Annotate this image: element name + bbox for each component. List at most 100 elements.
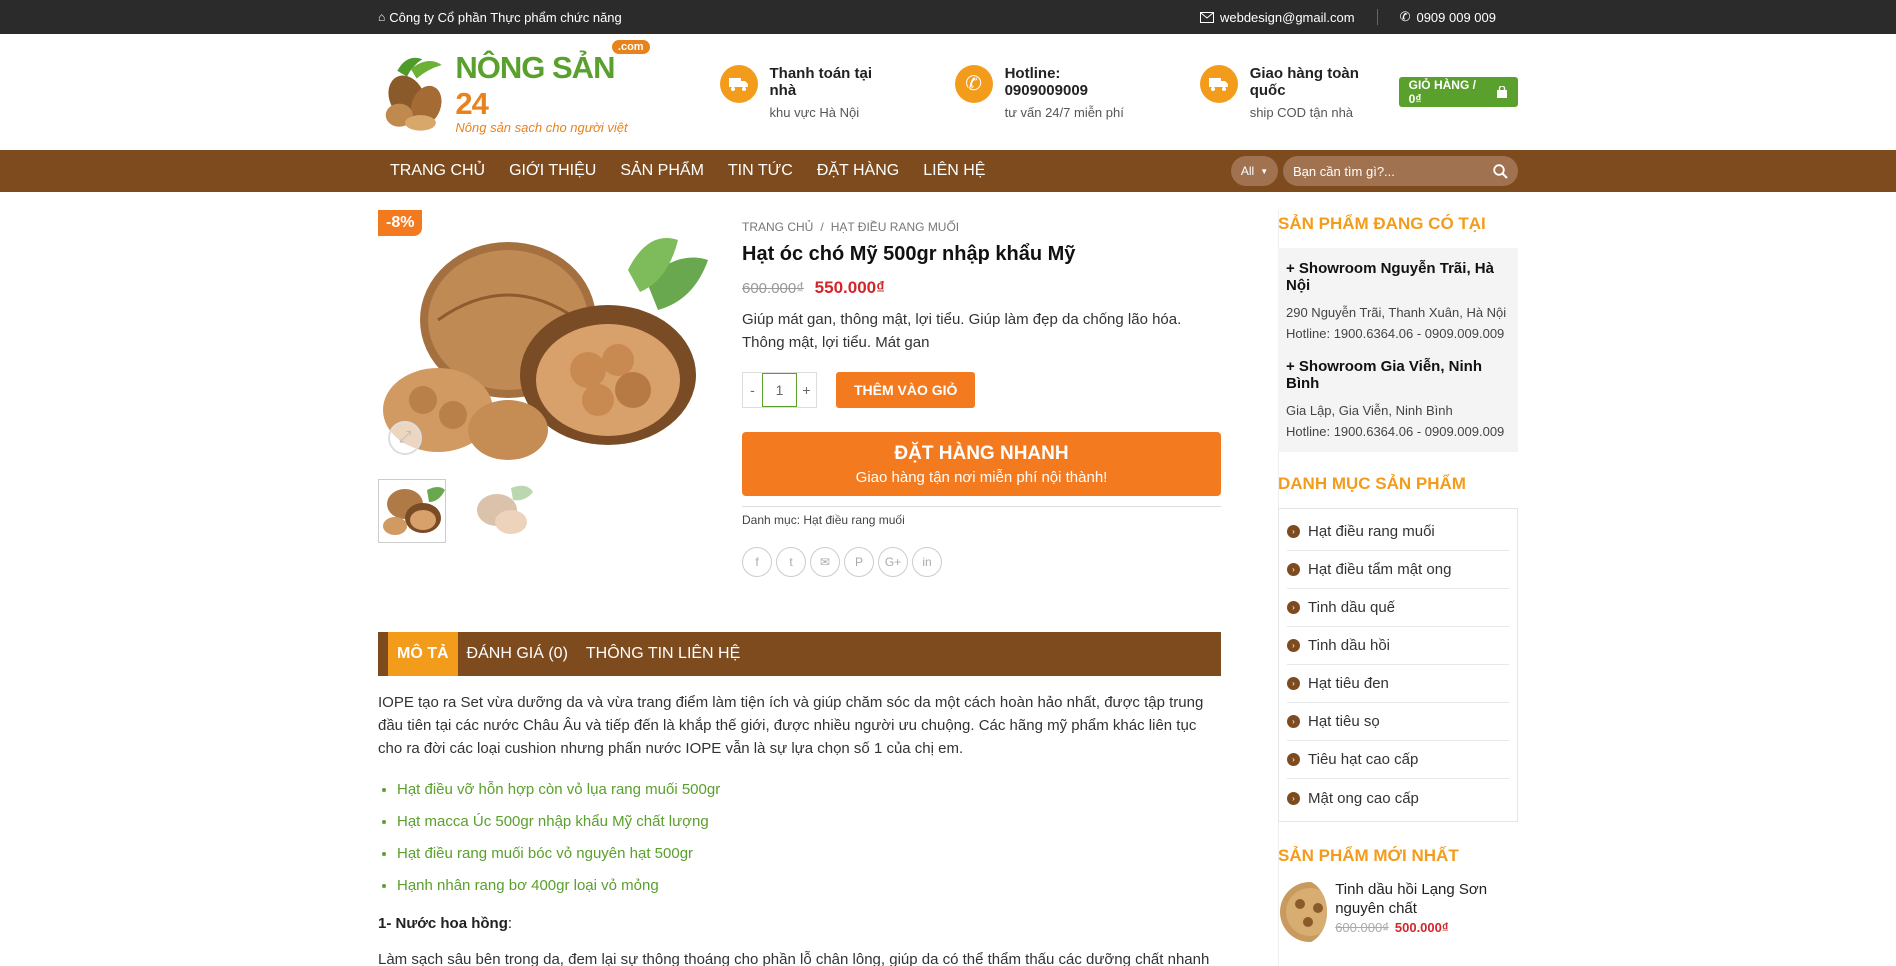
logo-brand: NÔNG SẢN 24 bbox=[455, 49, 615, 121]
truck-icon bbox=[1199, 64, 1238, 103]
tab-reviews[interactable]: ĐÁNH GIÁ (0) bbox=[458, 632, 577, 676]
googleplus-icon[interactable]: G+ bbox=[878, 547, 908, 577]
chevron-down-icon: ▼ bbox=[1260, 166, 1269, 176]
expand-icon[interactable]: ⤢ bbox=[388, 421, 422, 455]
breadcrumb-home[interactable]: TRANG CHỦ bbox=[742, 220, 813, 234]
header-info-hotline: ✆ Hotline: 0909009009 tư vấn 24/7 miễn p… bbox=[954, 64, 1148, 120]
sale-badge: -8% bbox=[378, 210, 423, 236]
nav-menu: TRANG CHỦ GIỚI THIỆU SẢN PHẨM TIN TỨC ĐẶ… bbox=[378, 162, 997, 180]
category-item[interactable]: › Hạt tiêu đen bbox=[1287, 665, 1509, 703]
chevron-right-icon: › bbox=[1287, 753, 1300, 766]
company-info: ⌂ Công ty Cổ phần Thực phẩm chức năng bbox=[378, 10, 622, 25]
old-price: 600.000₫ bbox=[742, 280, 804, 297]
category-list: › Hạt điều rang muối › Hạt điều tẩm mật on… bbox=[1278, 508, 1518, 822]
email-icon[interactable]: ✉ bbox=[810, 547, 840, 577]
showroom-heading: SẢN PHẨM ĐANG CÓ TẠI bbox=[1278, 214, 1486, 233]
newest-product-price: 600.000₫ 500.000₫ bbox=[1335, 920, 1449, 935]
chevron-right-icon: › bbox=[1287, 525, 1300, 538]
quick-order-title: ĐẶT HÀNG NHANH bbox=[894, 442, 1069, 464]
product-content: -8% ⤢ TRANG CHỦ / HẠT ĐIỀU RANG MUỐI Hạt… bbox=[378, 210, 1221, 966]
home-icon: ⌂ bbox=[378, 10, 386, 24]
chevron-right-icon: › bbox=[1287, 563, 1300, 576]
nav-item-order[interactable]: ĐẶT HÀNG bbox=[805, 162, 911, 180]
category-select-value: All bbox=[1240, 164, 1255, 178]
add-to-cart-row: - 1 + THÊM VÀO GIỎ bbox=[742, 372, 1221, 408]
category-item[interactable]: › Tinh dầu hồi bbox=[1287, 627, 1509, 665]
category-item[interactable]: › Mật ong cao cấp bbox=[1287, 779, 1509, 817]
sidebar: SẢN PHẨM ĐANG CÓ TẠI + Showroom Nguyễn T… bbox=[1278, 210, 1518, 966]
category-item[interactable]: › Hạt điều tẩm mật ong bbox=[1287, 551, 1509, 589]
qty-minus-button[interactable]: - bbox=[743, 373, 762, 407]
search-icon[interactable] bbox=[1493, 163, 1508, 179]
related-link[interactable]: Hạt macca Úc 500gr nhập khẩu Mỹ chất lượ… bbox=[397, 806, 1221, 838]
quantity-stepper: - 1 + bbox=[742, 372, 817, 408]
thumbnail-2[interactable] bbox=[466, 479, 534, 543]
search-input[interactable]: Bạn cần tìm gì?... bbox=[1283, 156, 1518, 186]
nav-item-home[interactable]: TRANG CHỦ bbox=[378, 162, 497, 180]
product-tabs: MÔ TẢ ĐÁNH GIÁ (0) THÔNG TIN LIÊN HỆ bbox=[378, 632, 1221, 676]
logo-com: .com bbox=[611, 39, 650, 54]
envelope-icon bbox=[1199, 11, 1214, 23]
newest-product-image[interactable] bbox=[1278, 880, 1328, 944]
phone-icon: ✆ bbox=[954, 64, 993, 103]
header-info-payment: Thanh toán tại nhà khu vực Hà Nội bbox=[719, 64, 903, 120]
tab-description[interactable]: MÔ TẢ bbox=[388, 632, 458, 676]
breadcrumb-category[interactable]: HẠT ĐIỀU RANG MUỐI bbox=[831, 220, 959, 234]
related-link[interactable]: Hạt điều vỡ hỗn hợp còn vỏ lụa rang muối… bbox=[397, 774, 1221, 806]
nav-item-news[interactable]: TIN TỨC bbox=[716, 162, 805, 180]
header-info-title: Hotline: 0909009009 bbox=[1004, 64, 1089, 99]
email-link[interactable]: webdesign@gmail.com bbox=[1178, 10, 1377, 25]
category-item[interactable]: › Tinh dầu quế bbox=[1287, 589, 1509, 627]
phone-text: 0909 009 009 bbox=[1416, 9, 1496, 25]
category-item[interactable]: › Hạt tiêu sọ bbox=[1287, 703, 1509, 741]
search-placeholder: Bạn cần tìm gì?... bbox=[1293, 163, 1395, 179]
cart-label: GIỎ HÀNG / 0₫ bbox=[1408, 78, 1476, 106]
linkedin-icon[interactable]: in bbox=[912, 547, 942, 577]
add-to-cart-button[interactable]: THÊM VÀO GIỎ bbox=[836, 372, 976, 408]
quick-order-button[interactable]: ĐẶT HÀNG NHANH Giao hàng tận nơi miễn ph… bbox=[742, 432, 1221, 496]
product-gallery: -8% ⤢ bbox=[378, 210, 711, 577]
top-bar: ⌂ Công ty Cổ phần Thực phẩm chức năng we… bbox=[0, 0, 1896, 34]
showroom-address: Gia Lập, Gia Viễn, Ninh Bình Hotline: 19… bbox=[1286, 403, 1505, 439]
share-icons: f t ✉ P G+ in bbox=[742, 547, 1221, 577]
category-label: Danh mục: bbox=[742, 513, 801, 527]
category-link[interactable]: Hạt điều rang muối bbox=[803, 513, 904, 527]
short-description: Giúp mát gan, thông mật, lợi tiểu. Giúp … bbox=[742, 311, 1182, 351]
chevron-right-icon: › bbox=[1287, 715, 1300, 728]
category-select[interactable]: All ▼ bbox=[1231, 156, 1278, 186]
twitter-icon[interactable]: t bbox=[776, 547, 806, 577]
nav-item-about[interactable]: GIỚI THIỆU bbox=[497, 162, 608, 180]
product-category: Danh mục: Hạt điều rang muối bbox=[742, 506, 1221, 527]
phone-link[interactable]: ✆ 0909 009 009 bbox=[1378, 9, 1518, 25]
qty-input[interactable]: 1 bbox=[762, 373, 797, 407]
product-main-image[interactable]: -8% ⤢ bbox=[378, 210, 711, 465]
email-text: webdesign@gmail.com bbox=[1219, 9, 1355, 25]
related-link[interactable]: Hạnh nhân rang bơ 400gr loại vỏ mỏng bbox=[397, 870, 1221, 902]
thumbnail-1[interactable] bbox=[378, 479, 446, 543]
category-item[interactable]: › Hạt điều rang muối bbox=[1287, 513, 1509, 551]
nav-item-products[interactable]: SẢN PHẨM bbox=[608, 162, 716, 180]
pinterest-icon[interactable]: P bbox=[844, 547, 874, 577]
site-logo[interactable]: .com NÔNG SẢN 24 Nông sản sạch cho người… bbox=[378, 39, 650, 135]
related-link[interactable]: Hạt điều rang muối bóc vỏ nguyên hạt 500… bbox=[397, 838, 1221, 870]
qty-plus-button[interactable]: + bbox=[797, 373, 816, 407]
chevron-right-icon: › bbox=[1287, 791, 1300, 805]
category-item[interactable]: › Tiêu hạt cao cấp bbox=[1287, 741, 1509, 779]
showroom-box: + Showroom Nguyễn Trãi, Hà Nội 290 Nguyễ… bbox=[1278, 248, 1518, 452]
main-nav: TRANG CHỦ GIỚI THIỆU SẢN PHẨM TIN TỨC ĐẶ… bbox=[0, 150, 1896, 192]
phone-icon: ✆ bbox=[1399, 9, 1411, 24]
chevron-right-icon: › bbox=[1287, 677, 1300, 690]
newest-product-title[interactable]: Tinh dầu hồi Lạng Sơn nguyên chất bbox=[1335, 880, 1518, 918]
cart-button[interactable]: GIỎ HÀNG / 0₫ bbox=[1398, 77, 1518, 107]
tab-contact-info[interactable]: THÔNG TIN LIÊN HỆ bbox=[577, 632, 749, 676]
showroom-address: 290 Nguyễn Trãi, Thanh Xuân, Hà Nội Hotl… bbox=[1286, 305, 1507, 341]
breadcrumb: TRANG CHỦ / HẠT ĐIỀU RANG MUỐI bbox=[742, 220, 960, 234]
description-paragraph: Làm sạch sâu bên trong da, đem lại sự th… bbox=[378, 951, 1210, 966]
nav-item-contact[interactable]: LIÊN HỆ bbox=[911, 162, 997, 180]
facebook-icon[interactable]: f bbox=[742, 547, 772, 577]
category-heading: DANH MỤC SẢN PHẨM bbox=[1278, 474, 1466, 493]
newest-product[interactable]: Tinh dầu hồi Lạng Sơn nguyên chất 600.00… bbox=[1278, 880, 1518, 944]
product-price: 600.000₫ 550.000₫ bbox=[742, 278, 1221, 298]
showroom-title: + Showroom Nguyễn Trãi, Hà Nội bbox=[1286, 260, 1494, 294]
header-info-sub: ship COD tận nhà bbox=[1249, 104, 1354, 120]
